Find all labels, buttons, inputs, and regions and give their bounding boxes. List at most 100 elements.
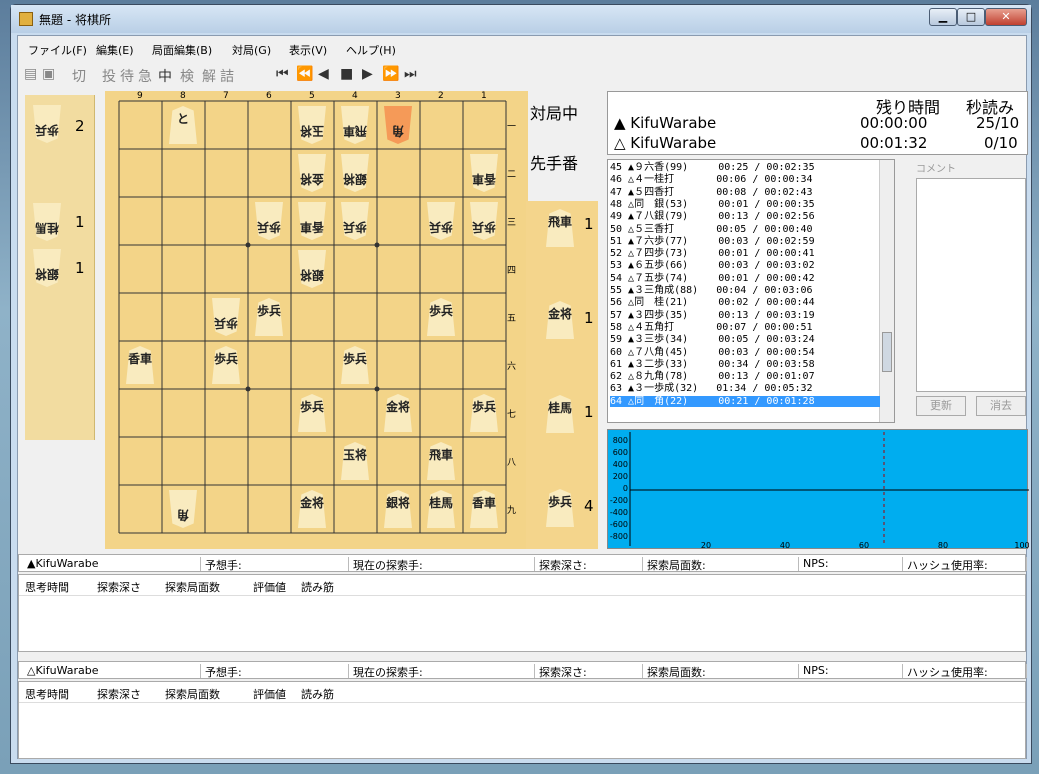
shogi-piece[interactable]: 香車 — [470, 490, 498, 528]
toolbar-button-8[interactable]: ⏮ — [276, 66, 289, 82]
menu-1[interactable]: 編集(E) — [96, 42, 134, 58]
shogi-piece[interactable]: 歩兵 — [427, 202, 455, 240]
shogi-piece[interactable]: 玉将 — [341, 442, 369, 480]
menu-0[interactable]: ファイル(F) — [28, 42, 87, 58]
toolbar-button-4[interactable]: 中 — [158, 66, 172, 86]
kifu-move[interactable]: 63 ▲３一歩成(32) 01:34 / 00:05:32 — [610, 383, 880, 394]
kifu-move[interactable]: 61 ▲３二歩(33) 00:34 / 00:03:58 — [610, 359, 880, 370]
kifu-move[interactable]: 48 △同 銀(53) 00:01 / 00:00:35 — [610, 199, 880, 210]
shogi-piece[interactable]: 角 — [169, 490, 197, 528]
shogi-piece[interactable]: 歩兵 — [470, 394, 498, 432]
shogi-piece[interactable]: 歩兵 — [255, 202, 283, 240]
menu-2[interactable]: 局面編集(B) — [152, 42, 212, 58]
shogi-piece[interactable]: 歩兵 — [255, 298, 283, 336]
kifu-move[interactable]: 64 △同 角(22) 00:21 / 00:01:28 — [610, 395, 880, 407]
toolbar-button-2[interactable]: 待 — [120, 66, 134, 86]
kifu-move[interactable]: 62 △８九角(78) 00:13 / 00:01:07 — [610, 371, 880, 382]
toolbar-button-0[interactable]: 切 — [72, 66, 86, 86]
kifu-move[interactable]: 55 ▲３三角成(88) 00:04 / 00:03:06 — [610, 285, 880, 296]
minimize-button[interactable]: ▁ — [929, 8, 957, 26]
think-col-header[interactable]: 評価値 — [253, 686, 286, 702]
toolbar-button-10[interactable]: ◀ — [318, 66, 329, 82]
shogi-piece[interactable]: 歩兵 — [341, 346, 369, 384]
kifu-move[interactable]: 50 △５三香打 00:05 / 00:00:40 — [610, 224, 880, 235]
close-button[interactable]: ✕ — [985, 8, 1027, 26]
toolbar-button-14[interactable]: ⏭ — [404, 66, 417, 82]
save-icon[interactable]: ▤ — [24, 66, 37, 82]
kifu-move[interactable]: 59 ▲３三歩(34) 00:05 / 00:03:24 — [610, 334, 880, 345]
kifu-move[interactable]: 51 ▲７六歩(77) 00:03 / 00:02:59 — [610, 236, 880, 247]
shogi-piece[interactable]: 銀将 — [298, 250, 326, 288]
kifu-move[interactable]: 60 △７八角(45) 00:03 / 00:00:54 — [610, 347, 880, 358]
shogi-piece[interactable]: 玉将 — [298, 106, 326, 144]
shogi-piece[interactable]: 銀将 — [341, 154, 369, 192]
title-bar[interactable]: 無題 - 将棋所 ▁ □ ✕ — [11, 5, 1031, 33]
kifu-move[interactable]: 49 ▲７八銀(79) 00:13 / 00:02:56 — [610, 211, 880, 222]
kifu-move[interactable]: 56 △同 桂(21) 00:02 / 00:00:44 — [610, 297, 880, 308]
shogi-piece[interactable]: 金将 — [298, 154, 326, 192]
gote-hand-piece[interactable]: 歩兵 — [33, 105, 61, 143]
sente-hand-piece[interactable]: 飛車 — [546, 209, 574, 247]
maximize-button[interactable]: □ — [957, 8, 985, 26]
toolbar-button-1[interactable]: 投 — [102, 66, 116, 86]
toolbar-button-13[interactable]: ⏩ — [382, 66, 399, 82]
gote-hand-piece[interactable]: 銀将 — [33, 249, 61, 287]
think-col-header[interactable]: 思考時間 — [25, 686, 69, 702]
sente-hand-piece[interactable]: 桂馬 — [546, 395, 574, 433]
shogi-piece[interactable]: 歩兵 — [212, 346, 240, 384]
think-col-header[interactable]: 探索深さ — [97, 579, 141, 595]
shogi-piece[interactable]: 歩兵 — [298, 394, 326, 432]
kifu-list[interactable]: 45 ▲９六香(99) 00:25 / 00:02:35 46 △４一桂打 00:… — [607, 159, 895, 423]
load-icon[interactable]: ▣ — [42, 66, 55, 82]
kifu-move[interactable]: 57 ▲３四歩(35) 00:13 / 00:03:19 — [610, 310, 880, 321]
menu-5[interactable]: ヘルプ(H) — [346, 42, 396, 58]
clear-comment-button[interactable]: 消去 — [976, 396, 1026, 416]
think-col-header[interactable]: 思考時間 — [25, 579, 69, 595]
kifu-move[interactable]: 53 ▲６五歩(66) 00:03 / 00:03:02 — [610, 260, 880, 271]
kifu-move[interactable]: 46 △４一桂打 00:06 / 00:00:34 — [610, 174, 880, 185]
think-col-header[interactable]: 読み筋 — [301, 686, 334, 702]
toolbar-button-5[interactable]: 検 — [180, 66, 194, 86]
menu-3[interactable]: 対局(G) — [232, 42, 271, 58]
menu-4[interactable]: 表示(V) — [289, 42, 327, 58]
shogi-board[interactable]: 9 8 7 6 5 4 3 2 1 一二三四五六七八九と玉将 飛車角金将 銀将 香車 歩兵 香車 歩兵 歩兵 歩兵… — [105, 91, 528, 549]
shogi-piece[interactable]: 角 — [384, 106, 412, 144]
update-comment-button[interactable]: 更新 — [916, 396, 966, 416]
kifu-move[interactable]: 58 △４五角打 00:07 / 00:00:51 — [610, 322, 880, 333]
toolbar-button-6[interactable]: 解 — [202, 66, 216, 86]
think-col-header[interactable]: 探索局面数 — [165, 686, 220, 702]
kifu-move[interactable]: 47 ▲５四香打 00:08 / 00:02:43 — [610, 187, 880, 198]
gote-hand-piece[interactable]: 桂馬 — [33, 203, 61, 241]
shogi-piece[interactable]: 香車 — [298, 202, 326, 240]
kifu-scrollbar[interactable] — [879, 160, 894, 422]
shogi-piece[interactable]: 歩兵 — [212, 298, 240, 336]
scroll-thumb[interactable] — [882, 332, 892, 372]
sente-hand-piece[interactable]: 歩兵 — [546, 489, 574, 527]
shogi-piece[interactable]: 歩兵 — [427, 298, 455, 336]
toolbar-button-12[interactable]: ▶ — [362, 66, 373, 82]
shogi-piece[interactable]: 飛車 — [427, 442, 455, 480]
kifu-move[interactable]: 54 △７五歩(74) 00:01 / 00:00:42 — [610, 273, 880, 284]
shogi-piece[interactable]: 香車 — [126, 346, 154, 384]
shogi-piece[interactable]: 香車 — [470, 154, 498, 192]
toolbar-button-7[interactable]: 詰 — [220, 66, 234, 86]
kifu-move[interactable]: 45 ▲９六香(99) 00:25 / 00:02:35 — [610, 162, 880, 173]
shogi-piece[interactable]: と — [169, 106, 197, 144]
shogi-piece[interactable]: 銀将 — [384, 490, 412, 528]
toolbar-button-3[interactable]: 急 — [138, 66, 152, 86]
shogi-piece[interactable]: 金将 — [384, 394, 412, 432]
shogi-piece[interactable]: 歩兵 — [341, 202, 369, 240]
think-col-header[interactable]: 読み筋 — [301, 579, 334, 595]
shogi-piece[interactable]: 金将 — [298, 490, 326, 528]
shogi-piece[interactable]: 飛車 — [341, 106, 369, 144]
comment-textbox[interactable] — [916, 178, 1026, 392]
toolbar-button-11[interactable]: ■ — [340, 66, 353, 82]
toolbar-button-9[interactable]: ⏪ — [296, 66, 313, 82]
think-col-header[interactable]: 評価値 — [253, 579, 286, 595]
shogi-piece[interactable]: 桂馬 — [427, 490, 455, 528]
sente-hand-piece[interactable]: 金将 — [546, 301, 574, 339]
kifu-move[interactable]: 52 △７四歩(73) 00:01 / 00:00:41 — [610, 248, 880, 259]
think-col-header[interactable]: 探索深さ — [97, 686, 141, 702]
shogi-piece[interactable]: 歩兵 — [470, 202, 498, 240]
think-col-header[interactable]: 探索局面数 — [165, 579, 220, 595]
